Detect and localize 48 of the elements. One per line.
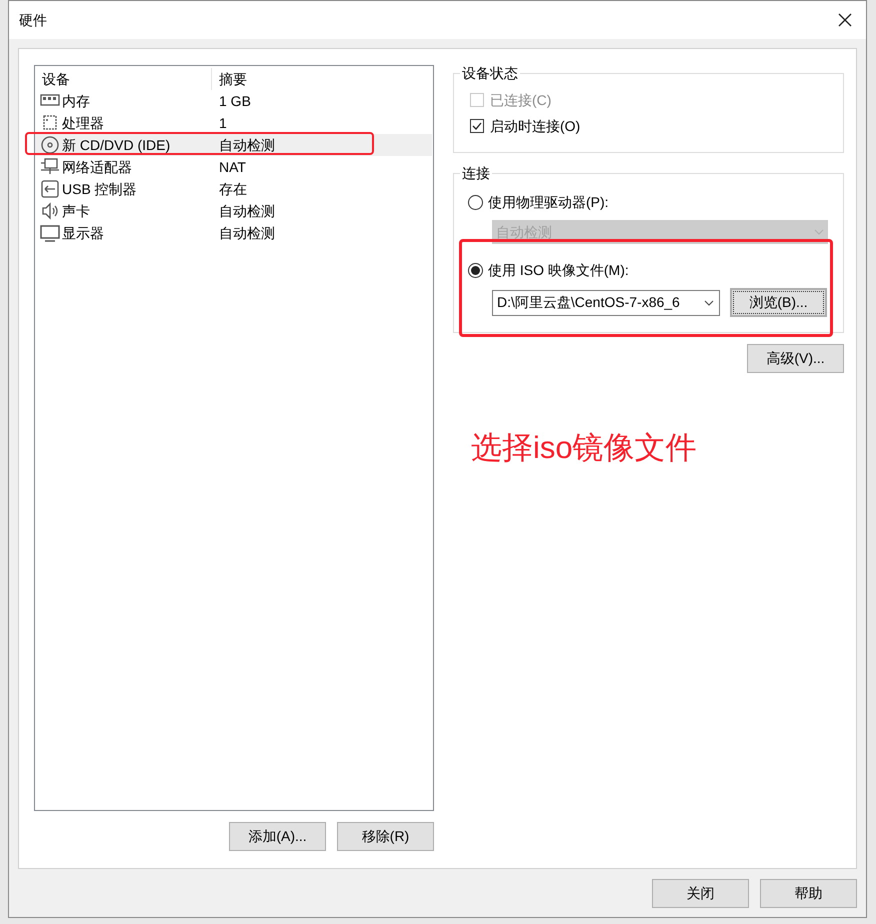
device-summary: 自动检测 — [219, 224, 275, 242]
device-row[interactable]: 网络适配器 NAT — [35, 156, 432, 178]
device-row[interactable]: USB 控制器 存在 — [35, 178, 432, 200]
group-title: 设备状态 — [460, 64, 520, 82]
window-title: 硬件 — [19, 10, 47, 30]
monitor-network-icon — [40, 157, 60, 177]
help-button[interactable]: 帮助 — [760, 879, 857, 908]
device-row[interactable]: 显示器 自动检测 — [35, 222, 432, 244]
advanced-button[interactable]: 高级(V)... — [747, 344, 844, 373]
device-summary: 存在 — [219, 180, 247, 198]
disc-icon — [40, 135, 60, 155]
checkbox[interactable] — [470, 119, 484, 133]
device-summary: 1 — [219, 114, 227, 132]
chevron-down-icon — [704, 300, 714, 306]
device-summary: NAT — [219, 158, 246, 176]
remove-button[interactable]: 移除(R) — [337, 822, 434, 851]
device-summary: 自动检测 — [219, 202, 275, 220]
monitor-icon — [40, 223, 60, 243]
device-row[interactable]: 内存 1 GB — [35, 90, 432, 112]
close-button[interactable]: 关闭 — [652, 879, 749, 908]
speaker-icon — [40, 201, 60, 221]
device-name: 内存 — [62, 92, 91, 110]
radio-button[interactable] — [468, 262, 483, 278]
usb-icon — [40, 179, 60, 199]
close-icon[interactable] — [838, 13, 852, 27]
browse-button[interactable]: 浏览(B)... — [730, 288, 827, 317]
device-name: 声卡 — [62, 202, 91, 220]
column-header: 设备 — [35, 68, 212, 90]
radio-label: 使用 ISO 映像文件(M): — [488, 260, 629, 280]
device-name: 网络适配器 — [62, 158, 133, 176]
device-row[interactable]: 处理器 1 — [35, 112, 432, 134]
column-header: 摘要 — [218, 70, 247, 88]
checkbox-label: 启动时连接(O) — [490, 116, 580, 136]
checkbox-label: 已连接(C) — [490, 90, 552, 110]
group-title: 连接 — [460, 164, 492, 182]
device-name: 新 CD/DVD (IDE) — [62, 136, 172, 155]
chevron-down-icon — [814, 229, 824, 235]
device-row[interactable]: 新 CD/DVD (IDE) 自动检测 — [35, 134, 432, 156]
device-row[interactable]: 声卡 自动检测 — [35, 200, 432, 222]
device-summary: 1 GB — [219, 92, 251, 110]
radio-label: 使用物理驱动器(P): — [488, 192, 609, 212]
device-name: 显示器 — [62, 224, 105, 242]
iso-path-dropdown[interactable]: D:\阿里云盘\CentOS-7-x86_6 — [492, 290, 720, 316]
device-summary: 自动检测 — [219, 136, 275, 154]
device-name: 处理器 — [62, 114, 105, 132]
add-button[interactable]: 添加(A)... — [229, 822, 326, 851]
annotation-text: 选择iso镜像文件 — [471, 429, 698, 467]
device-name: USB 控制器 — [62, 180, 138, 198]
